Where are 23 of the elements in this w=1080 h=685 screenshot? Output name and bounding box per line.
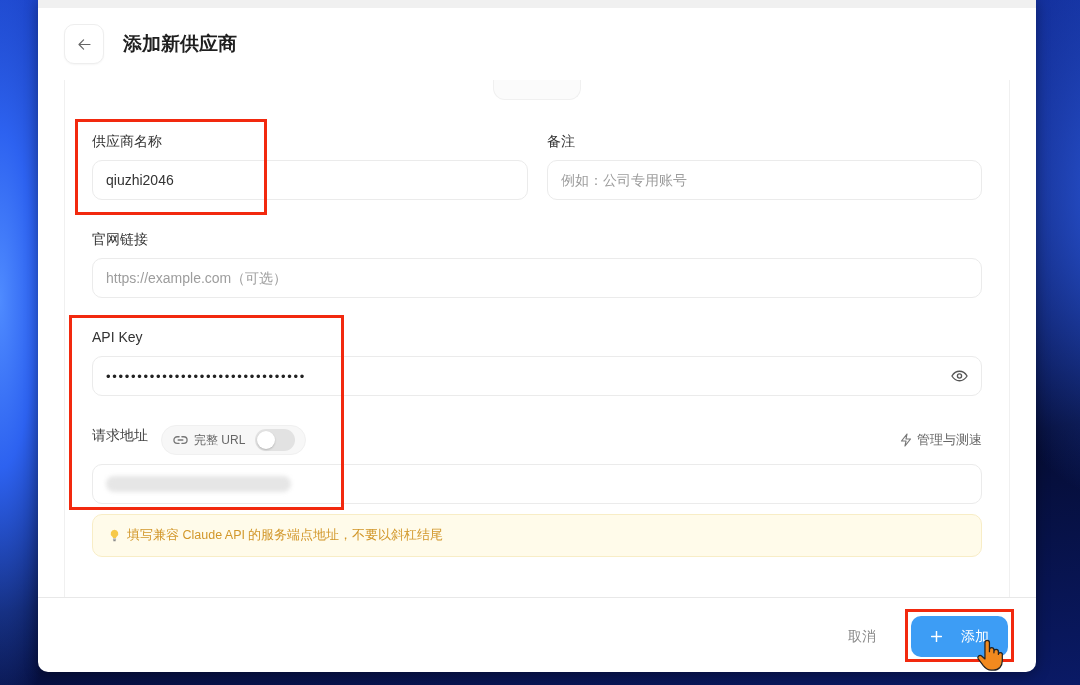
text-input[interactable]: 例如：公司专用账号 xyxy=(546,160,982,200)
lightbulb-icon xyxy=(110,529,119,542)
speed-test-button[interactable]: 管理与测速 xyxy=(900,431,982,449)
link-icon xyxy=(173,435,188,445)
dialog-title: 添加新供应商 xyxy=(123,32,237,56)
arrow-left-icon xyxy=(77,38,91,50)
hint-text: 填写兼容 Claude API 的服务端点地址，不要以斜杠结尾 xyxy=(127,527,444,544)
plus-icon xyxy=(930,631,942,642)
field-label: API Key xyxy=(92,328,143,347)
field-label: 供应商名称 xyxy=(92,132,162,151)
text-input[interactable]: https://example.com（可选） xyxy=(92,258,982,298)
field-label: 官网链接 xyxy=(92,230,148,249)
text-input[interactable]: qiuzhi2046 xyxy=(92,160,528,200)
url-input[interactable] xyxy=(92,464,982,504)
toggle-switch[interactable] xyxy=(255,429,296,451)
lightning-icon xyxy=(900,433,912,447)
field-label: 请求地址 xyxy=(92,426,148,445)
back-button[interactable] xyxy=(64,24,104,64)
password-input[interactable]: •••••••••••••••••••••••••••••••• xyxy=(92,356,982,396)
full-url-toggle[interactable]: 完整 URL xyxy=(161,425,307,455)
eye-icon[interactable] xyxy=(951,370,968,382)
cancel-button[interactable]: 取消 xyxy=(834,619,890,654)
field-label: 备注 xyxy=(546,132,575,151)
